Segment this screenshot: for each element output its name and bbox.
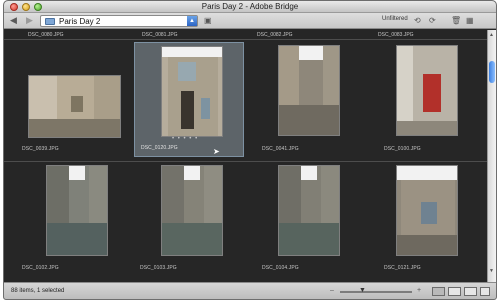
thumbnail-item-selected[interactable]: • • • • • DSC_0120.JPG ➤: [134, 42, 244, 157]
thumbnail-label: DSC_0121.JPG: [384, 265, 421, 271]
photo-thumbnail: [396, 165, 458, 256]
details-view-button[interactable]: [464, 287, 477, 296]
row-divider: [4, 39, 488, 40]
slider-knob[interactable]: ▼: [359, 287, 366, 295]
thumbnail-label: DSC_0083.JPG: [378, 32, 414, 38]
scroll-up-icon[interactable]: ▲: [489, 32, 494, 38]
thumbnail-size-slider[interactable]: [340, 291, 412, 293]
photo-thumbnail: [278, 45, 340, 136]
rotate-right-icon[interactable]: ⟳: [429, 16, 436, 25]
toolbar: ◀ ▶ Paris Day 2 ▲ ▣ Unfiltered ⟲ ⟳ 🗑 ▦: [4, 13, 496, 29]
thumbnail-item[interactable]: DSC_0100.JPG: [378, 42, 488, 157]
photo-thumbnail: [161, 46, 223, 137]
scroll-down-icon[interactable]: ▼: [489, 268, 494, 274]
back-arrow-icon[interactable]: ◀: [10, 16, 17, 25]
thumbnail-label: DSC_0104.JPG: [262, 265, 299, 271]
filmstrip-view-button[interactable]: [480, 287, 490, 296]
thumbnail-item[interactable]: DSC_0039.JPG: [16, 42, 126, 157]
thumbnail-item[interactable]: DSC_0102.JPG: [16, 161, 126, 276]
status-text: 88 items, 1 selected: [11, 288, 65, 294]
thumbnail-label: DSC_0100.JPG: [384, 146, 421, 152]
scrollbar-thumb[interactable]: [489, 61, 495, 83]
thumbnail-grid: DSC_0080.JPG DSC_0081.JPG DSC_0082.JPG D…: [4, 30, 488, 282]
thumbnail-item[interactable]: DSC_0103.JPG: [134, 161, 244, 276]
folder-path-value: Paris Day 2: [59, 17, 101, 26]
rating-stars[interactable]: • • • • •: [172, 136, 198, 142]
title-bar: Paris Day 2 - Adobe Bridge: [4, 1, 496, 13]
folder-icon: [45, 18, 55, 25]
grid-view-button[interactable]: [432, 287, 445, 296]
photo-thumbnail: [396, 45, 458, 136]
rotate-left-icon[interactable]: ⟲: [414, 16, 421, 25]
list-view-button[interactable]: [448, 287, 461, 296]
window-title: Paris Day 2 - Adobe Bridge: [201, 2, 299, 11]
photo-thumbnail: [28, 75, 121, 138]
thumbnail-item[interactable]: DSC_0041.JPG: [256, 42, 366, 157]
zoom-out-icon[interactable]: –: [330, 287, 334, 294]
status-bar: 88 items, 1 selected – ▼ +: [4, 282, 496, 299]
mouse-cursor-icon: ➤: [213, 147, 220, 156]
favorites-folder-icon[interactable]: ▣: [204, 16, 212, 25]
thumbnail-label: DSC_0103.JPG: [140, 265, 177, 271]
thumbnail-item[interactable]: DSC_0104.JPG: [256, 161, 366, 276]
thumbnail-label: DSC_0081.JPG: [142, 32, 178, 38]
new-folder-icon[interactable]: ▦: [466, 16, 474, 25]
thumbnail-label: DSC_0080.JPG: [28, 32, 64, 38]
zoom-in-icon[interactable]: +: [417, 287, 421, 294]
vertical-scrollbar[interactable]: ▲ ▼: [487, 30, 496, 282]
thumbnail-label: DSC_0120.JPG: [141, 145, 178, 151]
photo-thumbnail: [161, 165, 223, 256]
bridge-window: Paris Day 2 - Adobe Bridge ◀ ▶ Paris Day…: [3, 0, 497, 300]
trash-icon[interactable]: 🗑: [451, 16, 461, 25]
thumbnail-label: DSC_0041.JPG: [262, 146, 299, 152]
folder-path-dropdown[interactable]: Paris Day 2 ▲: [40, 15, 198, 27]
thumbnail-label: DSC_0102.JPG: [22, 265, 59, 271]
thumbnail-label: DSC_0039.JPG: [22, 146, 59, 152]
forward-arrow-icon[interactable]: ▶: [26, 16, 33, 25]
dropdown-arrow-icon[interactable]: ▲: [187, 16, 197, 26]
filter-dropdown[interactable]: Unfiltered: [382, 16, 408, 22]
thumbnail-label: DSC_0082.JPG: [257, 32, 293, 38]
photo-thumbnail: [46, 165, 108, 256]
thumbnail-item[interactable]: DSC_0121.JPG: [378, 161, 488, 276]
photo-thumbnail: [278, 165, 340, 256]
